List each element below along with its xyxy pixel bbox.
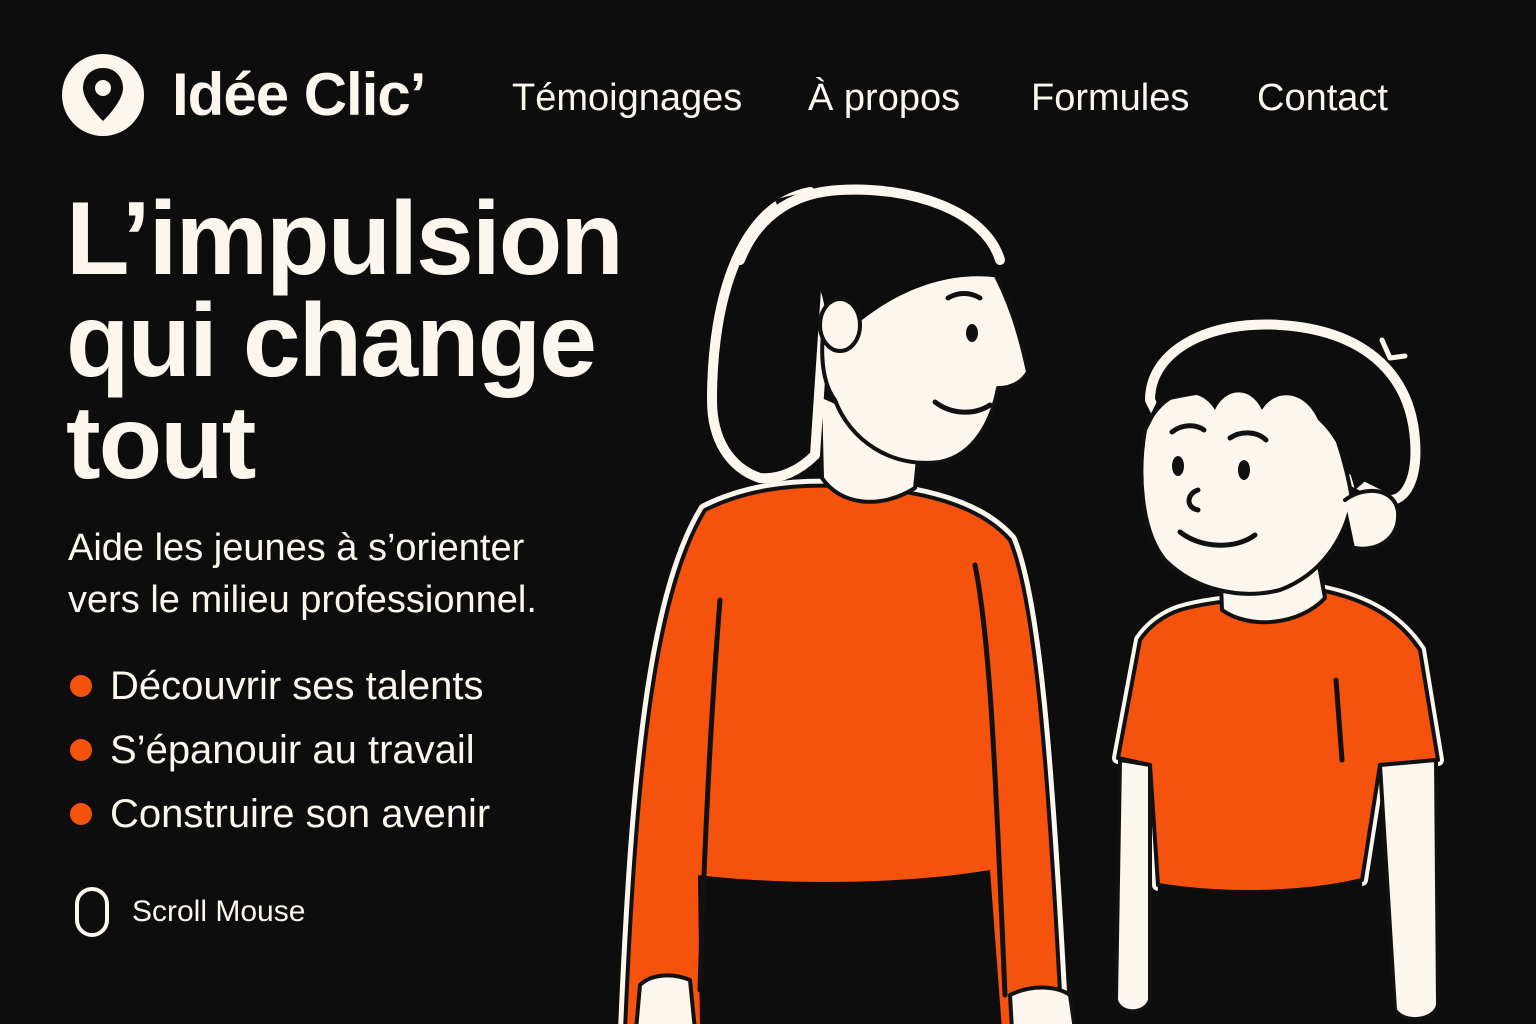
feature-item: Découvrir ses talents bbox=[70, 654, 490, 718]
nav-temoignages[interactable]: Témoignages bbox=[512, 70, 742, 126]
hero-title-line: tout bbox=[66, 385, 256, 501]
feature-label: Construire son avenir bbox=[110, 791, 491, 836]
woman-figure bbox=[618, 184, 1077, 1024]
bullet-dot-icon bbox=[70, 675, 92, 697]
boy-figure bbox=[1112, 319, 1444, 1024]
bullet-dot-icon bbox=[70, 739, 92, 761]
hero-subtitle: Aide les jeunes à s’orienter vers le mil… bbox=[68, 522, 537, 626]
woman-and-boy-illustration bbox=[618, 184, 1444, 1024]
scroll-label: Scroll Mouse bbox=[132, 895, 306, 928]
feature-label: S’épanouir au travail bbox=[110, 727, 475, 772]
hero-title-line: L’impulsion bbox=[66, 181, 624, 297]
hero-title: L’impulsion qui change tout bbox=[66, 181, 624, 501]
nav-formules[interactable]: Formules bbox=[1031, 70, 1189, 126]
feature-item: S’épanouir au travail bbox=[70, 718, 490, 782]
feature-item: Construire son avenir bbox=[70, 782, 490, 846]
hero-subtitle-line: vers le milieu professionnel. bbox=[68, 579, 537, 621]
bullet-dot-icon bbox=[70, 803, 92, 825]
mouse-icon bbox=[75, 887, 109, 937]
nav-a-propos[interactable]: À propos bbox=[808, 70, 960, 126]
main-nav: Témoignages À propos Formules Contact bbox=[0, 70, 1536, 126]
feature-list: Découvrir ses talents S’épanouir au trav… bbox=[70, 654, 490, 846]
nav-contact[interactable]: Contact bbox=[1257, 70, 1388, 126]
feature-label: Découvrir ses talents bbox=[110, 663, 484, 708]
hero-subtitle-line: Aide les jeunes à s’orienter bbox=[68, 527, 525, 569]
hero-title-line: qui change bbox=[66, 283, 597, 399]
scroll-hint[interactable]: Scroll Mouse bbox=[74, 886, 305, 938]
